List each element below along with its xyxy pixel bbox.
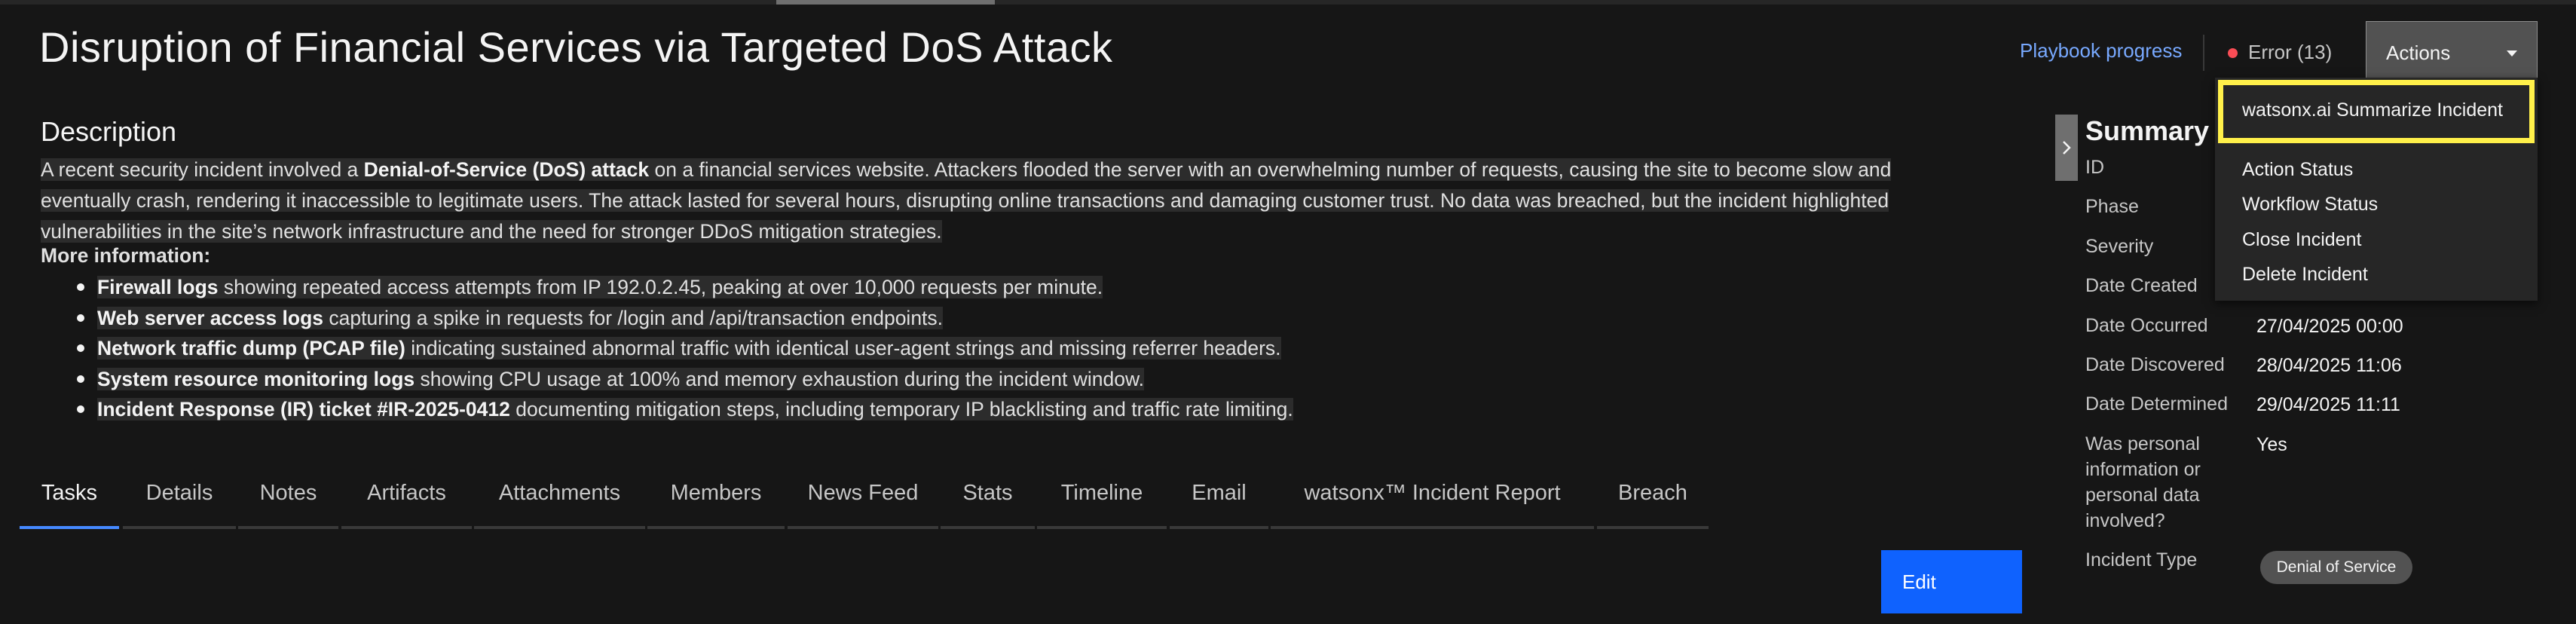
description-intro-bold: Denial-of-Service (DoS) attack — [363, 158, 650, 181]
field-value-date-determined: 29/04/2025 11:11 — [2256, 394, 2400, 415]
error-dot-icon — [2228, 48, 2238, 58]
bullet-icon — [77, 283, 84, 291]
menu-item-close-incident[interactable]: Close Incident — [2242, 229, 2361, 251]
more-information-heading: More information: — [41, 244, 211, 267]
actions-button-label: Actions — [2386, 41, 2451, 64]
tab-label: Timeline — [1060, 481, 1143, 505]
tab-label: Stats — [962, 481, 1013, 505]
menu-item-highlight — [2218, 80, 2535, 143]
tab-attachments[interactable]: Attachments — [474, 481, 645, 529]
list-item-text: showing CPU usage at 100% and memory exh… — [415, 367, 1144, 390]
error-count-link[interactable]: Error (13) — [2248, 41, 2332, 64]
list-item-bold: Incident Response (IR) ticket #IR-2025-0… — [97, 398, 510, 421]
list-item-text: indicating sustained abnormal traffic wi… — [405, 337, 1281, 359]
description-text: A recent security incident involved a De… — [41, 154, 1985, 247]
tab-timeline[interactable]: Timeline — [1037, 481, 1167, 529]
tab-label: Members — [670, 481, 762, 505]
description-heading: Description — [41, 116, 177, 147]
tab-label: Breach — [1618, 481, 1687, 505]
bullet-icon — [77, 314, 84, 322]
description-intro-before: A recent security incident involved a — [41, 158, 364, 181]
more-information-list: Firewall logs showing repeated access at… — [75, 272, 1293, 425]
tab-members[interactable]: Members — [647, 481, 785, 529]
list-item: Firewall logs showing repeated access at… — [75, 272, 1293, 303]
list-item: Web server access logs capturing a spike… — [75, 303, 1293, 334]
tab-artifacts[interactable]: Artifacts — [341, 481, 472, 529]
incident-type-tag: Denial of Service — [2260, 551, 2412, 584]
bullet-icon — [77, 375, 84, 383]
field-label-personal-data: Was personal information or personal dat… — [2085, 431, 2201, 534]
list-item: Incident Response (IR) ticket #IR-2025-0… — [75, 394, 1293, 425]
playbook-progress-link[interactable]: Playbook progress — [2020, 39, 2182, 63]
field-label-id: ID — [2085, 157, 2104, 178]
list-item-text: showing repeated access attempts from IP… — [218, 276, 1103, 298]
tab-label: Tasks — [41, 481, 98, 505]
tab-breach[interactable]: Breach — [1597, 481, 1709, 529]
field-label-incident-type: Incident Type — [2085, 549, 2198, 570]
tab-details[interactable]: Details — [123, 481, 236, 529]
bullet-icon — [77, 344, 84, 352]
tab-label: Artifacts — [367, 481, 446, 505]
tab-stats[interactable]: Stats — [941, 481, 1035, 529]
tab-news-feed[interactable]: News Feed — [788, 481, 938, 529]
field-value-date-occurred: 27/04/2025 00:00 — [2256, 316, 2403, 337]
edit-button[interactable]: Edit — [1881, 550, 2022, 613]
actions-button[interactable]: Actions — [2366, 21, 2538, 84]
field-value-personal-data: Yes — [2256, 434, 2287, 455]
list-item-bold: Network traffic dump (PCAP file) — [97, 337, 405, 359]
menu-item-action-status[interactable]: Action Status — [2242, 159, 2353, 181]
summary-collapse-button[interactable] — [2055, 115, 2078, 181]
bullet-icon — [77, 405, 84, 413]
tab-email[interactable]: Email — [1170, 481, 1268, 529]
list-item: Network traffic dump (PCAP file) indicat… — [75, 333, 1293, 364]
tab-tasks[interactable]: Tasks — [20, 481, 119, 529]
field-label-date-discovered: Date Discovered — [2085, 354, 2225, 375]
tab-watsonx-incident-report[interactable]: watsonx™ Incident Report — [1271, 481, 1594, 529]
summary-title: Summary — [2085, 115, 2210, 146]
field-label-phase: Phase — [2085, 196, 2139, 217]
tab-notes[interactable]: Notes — [238, 481, 338, 529]
list-item-bold: Web server access logs — [97, 306, 324, 329]
field-label-line: information or — [2085, 459, 2201, 480]
list-item: System resource monitoring logs showing … — [75, 364, 1293, 395]
field-label-date-created: Date Created — [2085, 275, 2198, 296]
list-item-bold: System resource monitoring logs — [97, 367, 415, 390]
chevron-right-icon — [2063, 141, 2071, 154]
field-label-date-occurred: Date Occurred — [2085, 315, 2208, 336]
list-item-text: capturing a spike in requests for /login… — [323, 306, 944, 329]
page-title: Disruption of Financial Services via Tar… — [39, 23, 1113, 71]
field-label-line: involved? — [2085, 510, 2165, 531]
field-label-line: personal data — [2085, 485, 2200, 506]
field-value-date-discovered: 28/04/2025 11:06 — [2256, 355, 2402, 376]
field-label-severity: Severity — [2085, 236, 2154, 257]
header-divider — [2203, 35, 2204, 71]
list-item-bold: Firewall logs — [97, 276, 219, 298]
tab-label: Details — [145, 481, 213, 505]
tab-label: Notes — [259, 481, 317, 505]
tab-label: News Feed — [807, 481, 919, 505]
caret-down-icon — [2507, 50, 2517, 57]
tab-label: Attachments — [498, 481, 621, 505]
menu-item-delete-incident[interactable]: Delete Incident — [2242, 264, 2368, 286]
top-progress-fill — [776, 0, 995, 5]
field-label-date-determined: Date Determined — [2085, 393, 2228, 414]
tab-label: watsonx™ Incident Report — [1304, 481, 1561, 505]
field-label-line: Was personal — [2085, 433, 2200, 454]
list-item-text: documenting mitigation steps, including … — [509, 398, 1293, 421]
tab-label: Email — [1192, 481, 1247, 505]
top-progress-track — [0, 0, 2576, 5]
menu-item-workflow-status[interactable]: Workflow Status — [2242, 194, 2378, 216]
